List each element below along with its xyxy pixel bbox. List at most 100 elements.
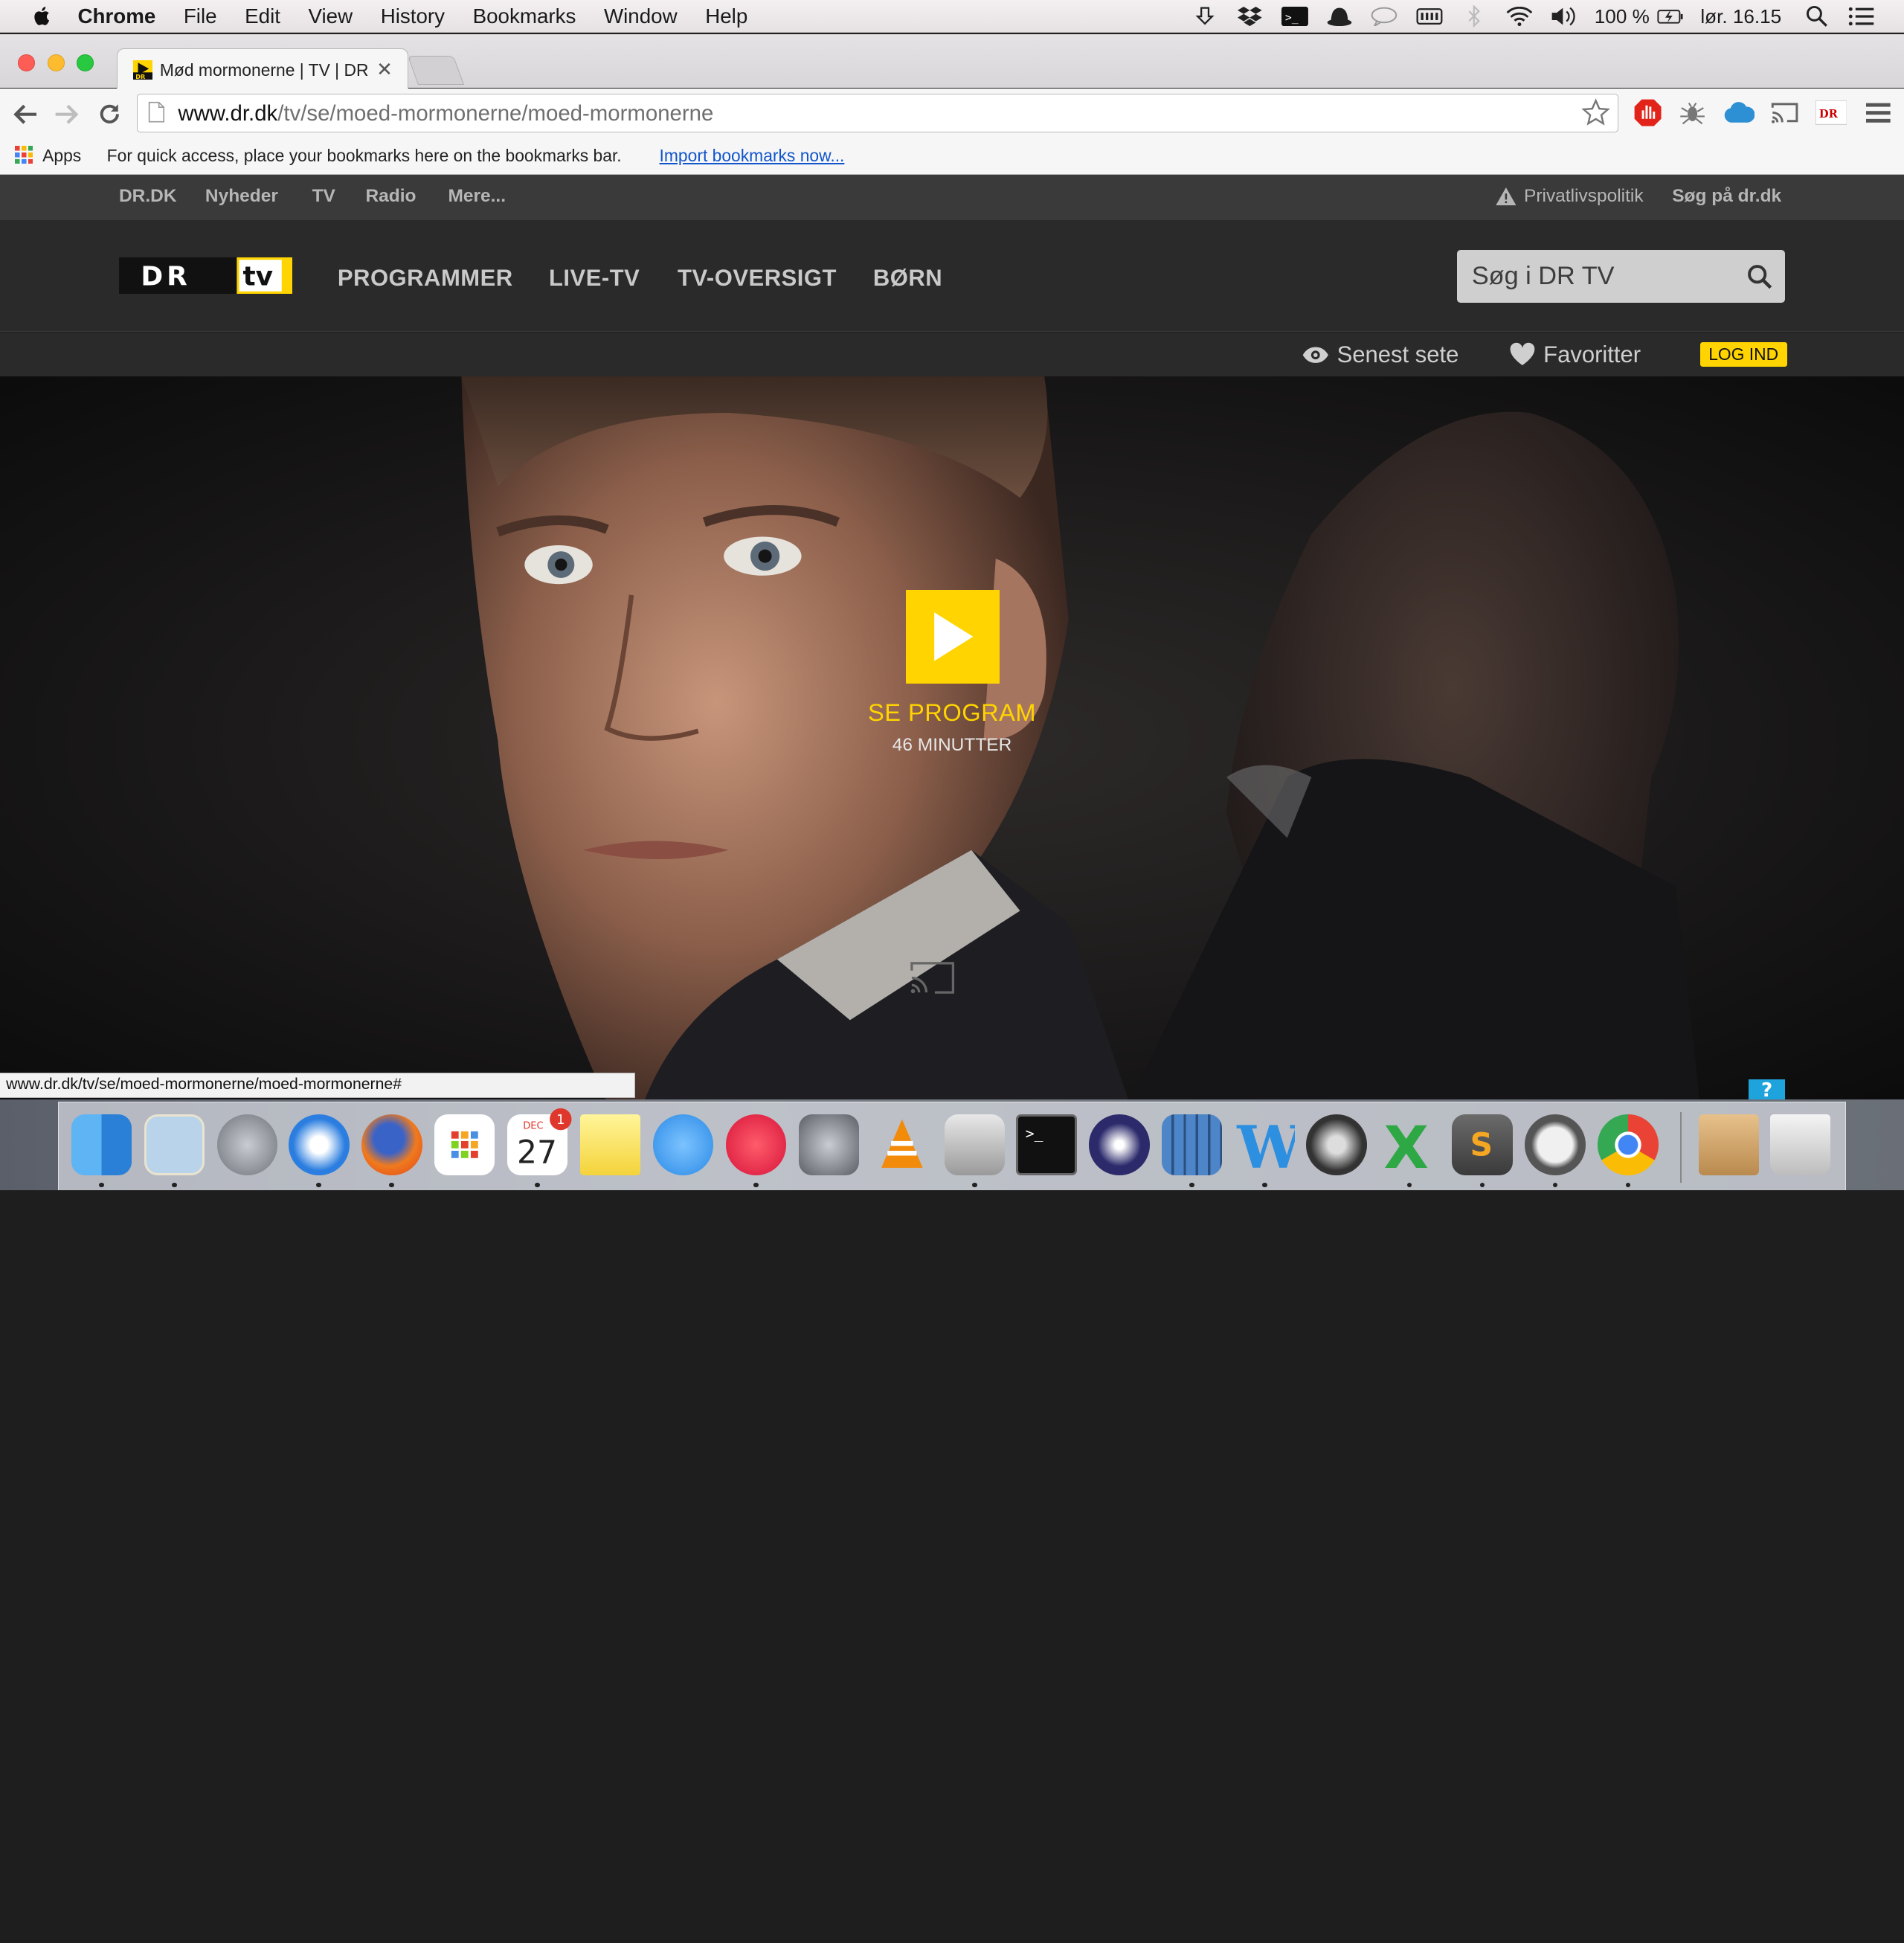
svg-text:>_: >_: [1026, 1125, 1043, 1143]
mail-icon[interactable]: [144, 1114, 205, 1175]
battery-percent[interactable]: 100 %: [1595, 5, 1650, 28]
app-grid-icon[interactable]: [434, 1114, 495, 1175]
dr-extension-icon[interactable]: DR: [1815, 98, 1847, 127]
chrome-icon[interactable]: [1597, 1114, 1659, 1175]
word-icon[interactable]: W: [1235, 1114, 1303, 1182]
terminal-menu-icon[interactable]: >_: [1281, 5, 1308, 27]
search-icon[interactable]: [1746, 263, 1773, 290]
nav-boern[interactable]: BØRN: [873, 265, 942, 292]
sequel-pro-icon[interactable]: [1525, 1114, 1586, 1175]
download-arrow-icon[interactable]: [1191, 5, 1218, 27]
tab-close-icon[interactable]: ✕: [376, 58, 393, 81]
menu-edit[interactable]: Edit: [245, 4, 280, 28]
battery-charging-icon[interactable]: [1657, 5, 1684, 27]
installer-package-icon[interactable]: [1698, 1114, 1760, 1175]
sequel-running-dot: [1552, 1182, 1558, 1188]
menu-file[interactable]: File: [184, 4, 217, 28]
firefox-icon[interactable]: [361, 1114, 422, 1175]
server-rack-icon[interactable]: [1161, 1114, 1223, 1175]
topnav-tv[interactable]: TV: [312, 186, 335, 207]
itunes-icon[interactable]: [725, 1114, 787, 1175]
topnav-radio[interactable]: Radio: [365, 186, 416, 207]
launchpad-icon[interactable]: [216, 1114, 278, 1175]
topnav-dr-dk[interactable]: DR.DK: [119, 186, 177, 207]
chromecast-icon[interactable]: [908, 960, 956, 996]
menu-help[interactable]: Help: [705, 4, 747, 28]
bookmark-star-icon[interactable]: [1581, 97, 1611, 127]
dr-user-bar: Senest sete Favoritter LOG IND: [0, 333, 1904, 377]
back-arrow-icon[interactable]: [12, 100, 39, 127]
messages-icon[interactable]: [652, 1114, 714, 1175]
topnav-nyheder[interactable]: Nyheder: [205, 186, 278, 207]
dr-search-input[interactable]: [1457, 250, 1737, 303]
window-zoom-button[interactable]: [76, 54, 94, 72]
bluetooth-icon[interactable]: [1461, 5, 1488, 28]
menu-bookmarks[interactable]: Bookmarks: [473, 4, 576, 28]
play-button[interactable]: [905, 590, 1000, 684]
excel-icon[interactable]: X: [1379, 1114, 1440, 1182]
disk-utility-icon[interactable]: [1306, 1114, 1367, 1175]
chat-bubble-icon[interactable]: [1371, 5, 1398, 27]
login-button[interactable]: LOG IND: [1699, 342, 1787, 367]
tab-title: Mød mormonerne | TV | DR: [159, 60, 369, 80]
search-dr-link[interactable]: Søg på dr.dk: [1672, 186, 1781, 207]
menu-view[interactable]: View: [309, 4, 353, 28]
link-status-bubble: www.dr.dk/tv/se/moed-mormonerne/moed-mor…: [0, 1072, 635, 1098]
notification-center-icon[interactable]: [1848, 5, 1875, 27]
window-minimize-button[interactable]: [47, 54, 65, 72]
nav-live-tv[interactable]: LIVE-TV: [549, 265, 640, 292]
favorites-label: Favoritter: [1543, 341, 1641, 367]
chrome-menu-icon[interactable]: [1863, 98, 1894, 127]
topnav-mere[interactable]: Mere...: [448, 186, 506, 207]
cast-extension-icon[interactable]: [1769, 98, 1801, 127]
volume-icon[interactable]: [1551, 5, 1577, 27]
menu-history[interactable]: History: [381, 4, 445, 28]
calendar-icon[interactable]: DEC 27 1: [506, 1108, 572, 1175]
menu-status-area: >_ 100 % lør. 16.15: [1173, 0, 1874, 33]
dropbox-icon[interactable]: [1236, 5, 1263, 27]
menu-clock[interactable]: lør. 16.15: [1700, 5, 1781, 28]
import-bookmarks-link[interactable]: Import bookmarks now...: [660, 146, 845, 166]
dr-tv-logo[interactable]: DR tv: [119, 257, 293, 295]
eye-icon: [1302, 347, 1329, 363]
trash-icon[interactable]: [1769, 1114, 1831, 1175]
forward-arrow-icon[interactable]: [54, 100, 80, 127]
svg-text:DR: DR: [135, 73, 146, 80]
terminal-icon[interactable]: >_: [1015, 1114, 1077, 1175]
eclipse-icon[interactable]: [1088, 1114, 1150, 1175]
hat-icon[interactable]: [1326, 5, 1353, 27]
notes-icon[interactable]: [579, 1114, 641, 1175]
apps-shortcut[interactable]: Apps: [42, 146, 81, 166]
watch-program-label[interactable]: SE PROGRAM: [0, 698, 1904, 727]
sublime-text-icon[interactable]: S: [1452, 1114, 1513, 1175]
wifi-icon[interactable]: [1506, 5, 1533, 27]
bug-extension-icon[interactable]: [1677, 98, 1708, 127]
favorites-link[interactable]: Favoritter: [1509, 341, 1641, 368]
menu-chrome[interactable]: Chrome: [77, 4, 155, 28]
address-bar[interactable]: www.dr.dk/tv/se/moed-mormonerne/moed-mor…: [137, 93, 1619, 132]
finder-icon[interactable]: [71, 1114, 132, 1175]
dr-tv-header: DR tv PROGRAMMER LIVE-TV TV-OVERSIGT BØR…: [0, 219, 1904, 332]
itunes-running-dot: [753, 1182, 759, 1188]
adblock-extension-icon[interactable]: [1632, 98, 1663, 127]
video-hero[interactable]: SE PROGRAM 46 MINUTTER ?: [0, 376, 1904, 1103]
reload-icon[interactable]: [96, 100, 123, 127]
nav-tv-oversigt[interactable]: TV-OVERSIGT: [678, 265, 837, 292]
calendar-day: 27: [517, 1134, 557, 1171]
privacy-link[interactable]: Privatlivspolitik: [1496, 186, 1644, 207]
recently-watched-link[interactable]: Senest sete: [1302, 341, 1458, 368]
apps-grid-icon[interactable]: [14, 145, 33, 164]
transmission-icon[interactable]: [944, 1114, 1006, 1175]
cloud-extension-icon[interactable]: [1723, 98, 1755, 127]
vlc-icon[interactable]: [872, 1114, 933, 1175]
spotlight-search-icon[interactable]: [1804, 5, 1830, 28]
menu-window[interactable]: Window: [604, 4, 678, 28]
bookmarks-bar: Apps For quick access, place your bookma…: [0, 137, 1904, 176]
system-preferences-icon[interactable]: [798, 1114, 860, 1175]
apple-icon[interactable]: [29, 5, 56, 27]
browser-tab-active[interactable]: DR Mød mormonerne | TV | DR ✕: [116, 48, 408, 90]
memory-meter-icon[interactable]: [1416, 5, 1443, 27]
nav-programmer[interactable]: PROGRAMMER: [338, 265, 513, 292]
server-running-dot: [1189, 1182, 1194, 1188]
safari-icon[interactable]: [288, 1114, 350, 1175]
